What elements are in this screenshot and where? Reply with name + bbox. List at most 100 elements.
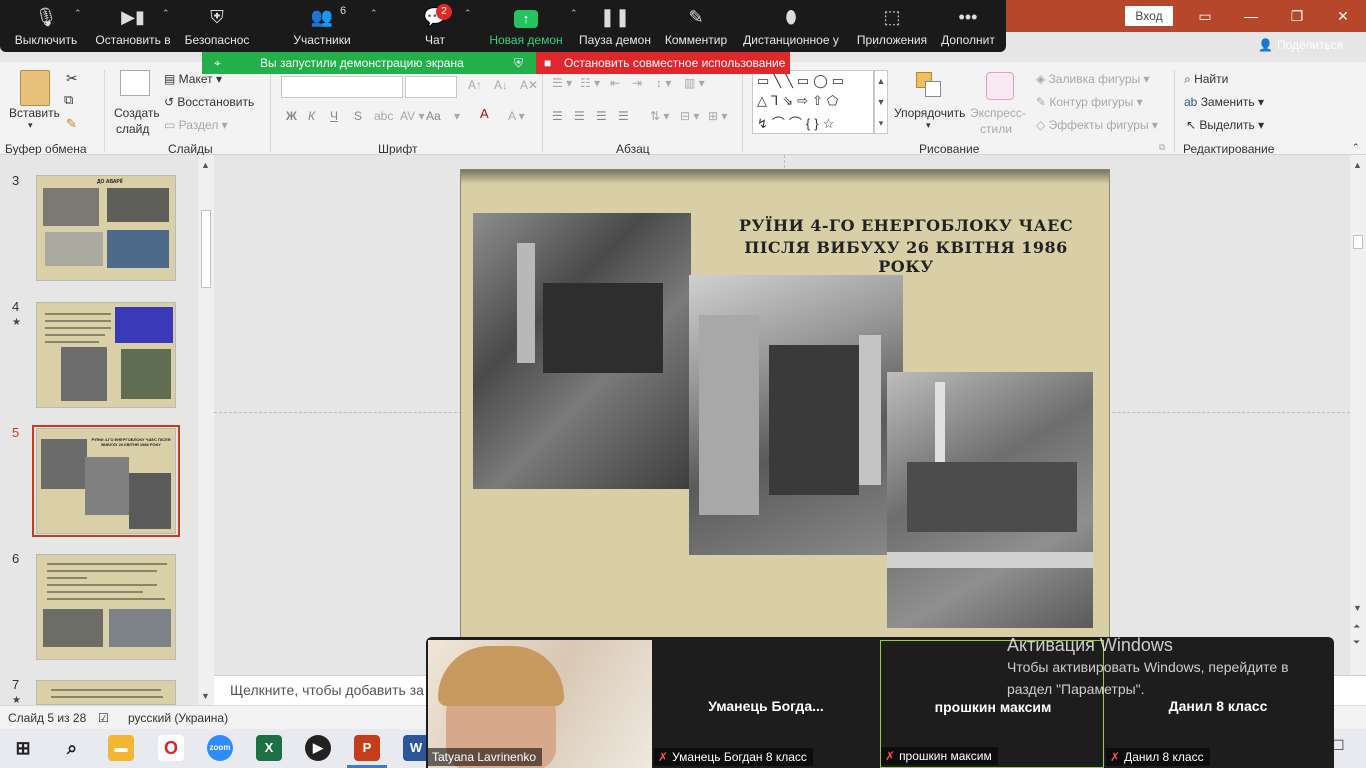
arrange-icon[interactable] [916,72,942,98]
slide-thumbnail-3[interactable]: ДО АВАРІЇ [36,175,176,281]
scroll-up-icon[interactable]: ▲ [1353,160,1362,170]
font-color-icon[interactable]: A [480,106,489,121]
find-button[interactable]: ⌕ Найти [1184,72,1228,87]
quick-styles-label[interactable]: стили [980,122,1012,136]
italic-button[interactable]: К [308,109,315,123]
columns-icon[interactable]: ▥ ▾ [684,76,705,90]
scroll-down-icon[interactable]: ▼ [201,691,210,701]
underline-button[interactable]: Ч [330,109,338,123]
shape-outline-button[interactable]: ✎ Контур фигуры ▾ [1036,95,1143,109]
media-player-icon[interactable]: ▶ [305,735,331,761]
slide-title-line-2[interactable]: ПІСЛЯ ВИБУХУ 26 КВІТНЯ 1986 РОКУ [716,238,1096,276]
start-icon[interactable]: ⊞ [10,735,36,761]
strikethrough-button[interactable]: S [354,109,362,123]
bold-button[interactable]: Ж [286,109,297,123]
select-button[interactable]: ↖ Выделить ▾ [1186,118,1264,132]
chevron-up-icon[interactable]: ⌃ [74,8,82,19]
increase-font-icon[interactable]: A↑ [468,78,482,92]
shapes-gallery-scroll[interactable]: ▲ ▼ ▾ [874,70,888,134]
reactor-ruins-photo-1[interactable] [473,213,691,489]
opera-icon[interactable]: O [158,735,184,761]
paste-button[interactable]: Вставить [9,106,60,120]
restore-button[interactable]: ❐ [1274,0,1320,32]
video-tile-self[interactable]: Tatyana Lavrinenko [428,640,652,768]
previous-slide-icon[interactable]: ⏶ [1353,621,1360,632]
ribbon-display-icon[interactable]: ▭ [1182,0,1228,32]
bullets-icon[interactable]: ☰ ▾ [552,76,572,90]
format-painter-icon[interactable]: ✎ [66,116,77,132]
slide-thumbnail-6[interactable] [36,554,176,660]
stop-video-button[interactable]: ▶▮ Остановить в [94,0,172,52]
quick-styles-icon[interactable] [986,72,1014,100]
participants-button[interactable]: 👥 Участники [286,0,358,52]
remote-control-button[interactable]: ⬮ Дистанционное у [742,0,840,52]
replace-button[interactable]: ab Заменить ▾ [1184,95,1264,109]
indent-increase-icon[interactable]: ⇥ [632,76,642,90]
indent-decrease-icon[interactable]: ⇤ [610,76,620,90]
slide-thumbnail-5[interactable]: РУЇНИ 4-ГО ЕНЕРГОБЛОКУ ЧАЕС ПІСЛЯ ВИБУХУ… [36,428,176,534]
sign-in-button[interactable]: Вход [1125,6,1173,26]
spacing-icon[interactable]: AV ▾ [400,109,424,123]
scroll-thumb[interactable] [201,210,211,288]
new-slide-button[interactable]: Создать [114,106,160,120]
change-case-button[interactable]: Aa [426,109,441,123]
shape-effects-button[interactable]: ◇ Эффекты фигуры ▾ [1036,118,1158,132]
line-spacing-icon[interactable]: ↕ ▾ [656,76,671,90]
char-spacing-icon[interactable]: abc [374,109,393,123]
font-size-combo[interactable] [405,76,457,98]
font-name-combo[interactable] [281,76,403,98]
align-center-icon[interactable]: ☰ [574,109,585,123]
decrease-font-icon[interactable]: A↓ [494,78,508,92]
numbering-icon[interactable]: ☷ ▾ [580,76,600,90]
pause-share-button[interactable]: ❚❚ Пауза демон [576,0,654,52]
reset-button[interactable]: ↺ Восстановить [164,95,254,109]
section-button[interactable]: ▭ Раздел ▾ [164,118,228,132]
paste-icon[interactable] [20,70,50,106]
clear-format-icon[interactable]: A✕ [520,78,538,92]
editor-scrollbar[interactable]: ▲ ▼ ⏶ ⏷ [1350,155,1366,675]
new-slide-icon[interactable] [120,70,150,96]
scroll-thumb[interactable] [1353,235,1363,249]
zoom-icon[interactable]: zoom [207,735,233,761]
close-button[interactable]: ✕ [1320,0,1366,32]
share-link[interactable]: 👤 Поделиться [1258,38,1343,52]
thumbnail-scrollbar[interactable]: ▲ ▼ [198,155,214,705]
spellcheck-icon[interactable]: ☑ [98,711,109,725]
align-text-icon[interactable]: ⊟ ▾ [680,109,699,123]
reactor-ruins-photo-3[interactable] [887,372,1093,628]
stop-share-button[interactable]: ■ Остановить совместное использование [536,52,790,74]
shape-fill-button[interactable]: ◈ Заливка фигуры ▾ [1036,72,1150,86]
video-tile-umanets[interactable]: Уманець Богда... ✗ Уманець Богдан 8 класс [654,640,878,768]
chevron-down-icon[interactable]: ▾ [28,120,33,131]
cut-icon[interactable]: ✂ [66,70,78,87]
next-slide-icon[interactable]: ⏷ [1353,637,1360,648]
copy-icon[interactable]: ⧉ [64,92,73,108]
reactor-ruins-photo-2[interactable] [689,275,903,555]
security-button[interactable]: ⛨ Безопаснос [182,0,252,52]
share-screen-icon[interactable]: ↑ [514,10,538,28]
align-left-icon[interactable]: ☰ [552,109,563,123]
font-color-dropdown-icon[interactable]: A ▾ [508,109,525,123]
scroll-up-icon[interactable]: ▲ [201,160,210,170]
scroll-down-icon[interactable]: ▼ [1353,603,1362,613]
text-direction-icon[interactable]: ⇅ ▾ [650,109,669,123]
minimize-button[interactable]: — [1228,0,1274,32]
chevron-up-icon[interactable]: ⌃ [162,8,170,19]
smartart-icon[interactable]: ⊞ ▾ [708,109,727,123]
quick-styles-button[interactable]: Экспресс- [970,106,1026,120]
excel-icon[interactable]: X [256,735,282,761]
apps-button[interactable]: ⬚ Приложения [854,0,930,52]
pin-icon[interactable]: ⌖ [214,52,221,74]
slide-thumbnail-7[interactable] [36,680,176,705]
arrange-button[interactable]: Упорядочить [894,106,965,120]
language-indicator[interactable]: русский (Украина) [128,711,228,725]
chevron-up-icon[interactable]: ⌃ [464,8,472,19]
notes-placeholder[interactable]: Щелкните, чтобы добавить за [230,682,424,698]
chevron-up-icon[interactable]: ⌃ [370,8,378,19]
annotate-button[interactable]: ✎ Комментир [662,0,730,52]
slide-title-line-1[interactable]: РУЇНИ 4-ГО ЕНЕРГОБЛОКУ ЧАЕС [716,216,1096,235]
slide-thumbnail-4[interactable] [36,302,176,408]
powerpoint-icon[interactable]: P [354,735,380,761]
collapse-ribbon-icon[interactable]: ⌃ [1352,142,1360,153]
align-right-icon[interactable]: ☰ [596,109,607,123]
